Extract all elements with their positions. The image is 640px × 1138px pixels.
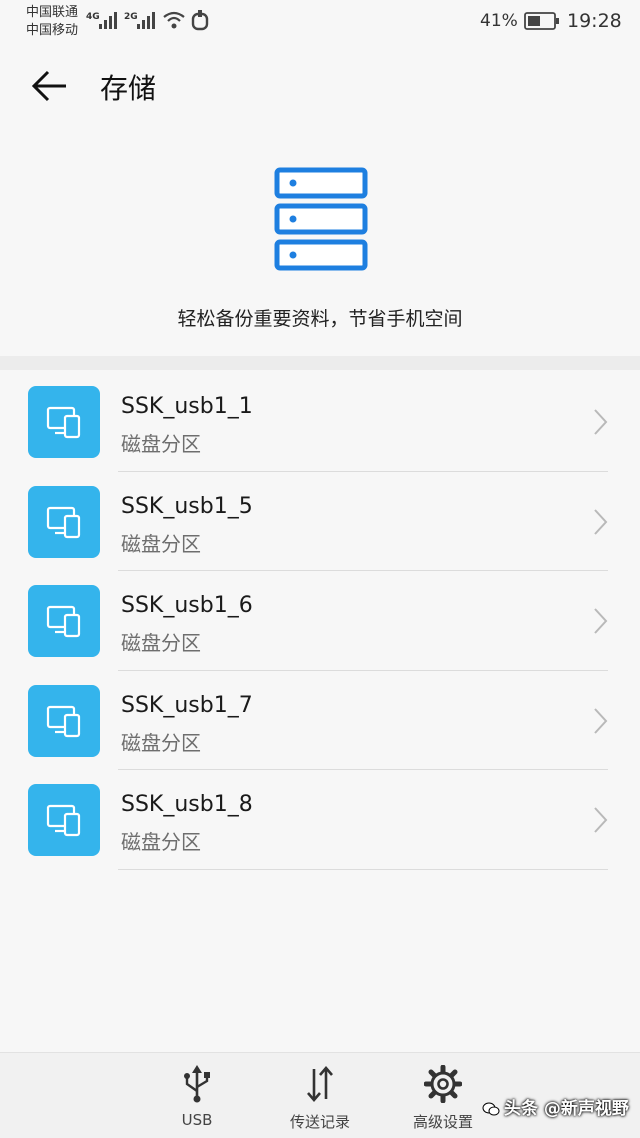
partition-type: 磁盘分区 (121, 631, 201, 655)
battery-icon (524, 12, 559, 30)
hero-caption: 轻松备份重要资料，节省手机空间 (177, 308, 463, 330)
carrier-names: 中国联通 中国移动 (26, 4, 78, 40)
partition-type: 磁盘分区 (121, 432, 201, 456)
partition-name: SSK_usb1_1 (121, 394, 253, 419)
partition-icon (28, 684, 100, 757)
chevron-right-icon (594, 807, 608, 833)
list-item[interactable]: SSK_usb1_6 磁盘分区 (0, 571, 640, 671)
server-storage-icon (274, 167, 368, 271)
nfc-icon (191, 10, 209, 31)
signal-icon-2 (137, 12, 155, 29)
status-bar: 中国联通 中国移动 4G 2G 41% 19:28 (0, 0, 640, 44)
partition-name: SSK_usb1_8 (121, 792, 253, 817)
partition-type: 磁盘分区 (121, 830, 201, 854)
partition-type: 磁盘分区 (121, 730, 201, 755)
signal-icon-1 (99, 12, 117, 29)
usb-icon (184, 1065, 210, 1103)
nav-usb[interactable]: USB (142, 1065, 252, 1137)
chevron-right-icon (594, 508, 608, 535)
row-divider (118, 868, 608, 870)
list-item[interactable]: SSK_usb1_1 磁盘分区 (0, 372, 640, 472)
wechat-logo-icon (482, 1102, 500, 1116)
partition-icon (28, 386, 100, 458)
carrier-2: 中国移动 (26, 23, 79, 38)
chevron-right-icon (594, 608, 608, 634)
transfer-arrows-icon (307, 1066, 333, 1102)
wifi-icon (163, 11, 185, 29)
chevron-right-icon (594, 707, 608, 734)
chevron-right-icon (594, 409, 608, 435)
list-item[interactable]: SSK_usb1_8 磁盘分区 (0, 770, 640, 870)
nav-transfers[interactable]: 传送记录 (265, 1065, 375, 1137)
watermark-text: 头条 @新声视野 (504, 1099, 629, 1119)
app-header: 存储 (0, 50, 640, 122)
storage-list: SSK_usb1_1 磁盘分区 SSK_usb1_5 磁盘分区 SSK_usb1… (0, 372, 640, 870)
clock: 19:28 (567, 10, 622, 32)
page-title: 存储 (100, 72, 157, 105)
gear-icon (424, 1065, 462, 1103)
partition-icon (28, 784, 100, 856)
section-divider (0, 356, 640, 370)
partition-name: SSK_usb1_7 (121, 692, 253, 718)
partition-name: SSK_usb1_6 (121, 593, 253, 618)
nav-usb-label: USB (181, 1111, 213, 1129)
storage-hero: 轻松备份重要资料，节省手机空间 (0, 165, 640, 355)
partition-icon (28, 585, 100, 657)
carrier-1: 中国联通 (26, 5, 79, 20)
partition-icon (28, 485, 100, 558)
battery-percent: 41% (480, 11, 518, 31)
list-item[interactable]: SSK_usb1_7 磁盘分区 (0, 671, 640, 770)
partition-type: 磁盘分区 (121, 531, 201, 556)
back-arrow-icon[interactable] (30, 68, 70, 104)
list-item[interactable]: SSK_usb1_5 磁盘分区 (0, 472, 640, 571)
watermark: 头条 @新声视野 (482, 1094, 632, 1128)
partition-name: SSK_usb1_5 (121, 493, 253, 519)
nav-transfers-label: 传送记录 (289, 1113, 350, 1131)
